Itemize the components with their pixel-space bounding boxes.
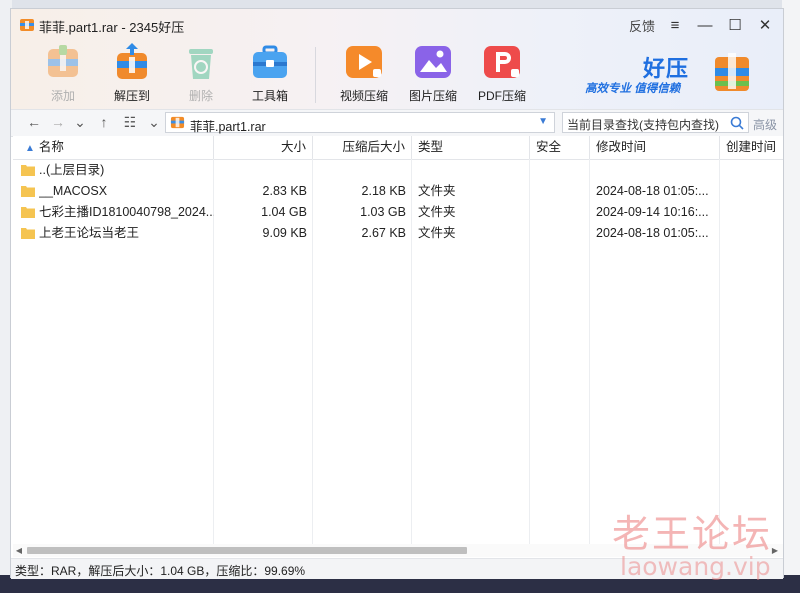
app-logo-icon: [20, 19, 34, 31]
file-list: ..(上层目录) __MACOSX 2.83 KB 2.18 KB 文件夹 20…: [13, 160, 783, 244]
search-icon[interactable]: [729, 115, 745, 131]
archive-icon: [170, 116, 185, 129]
file-name: 上老王论坛当老王: [39, 226, 140, 240]
history-dropdown-icon[interactable]: ⌄: [71, 113, 89, 131]
parent-directory-row[interactable]: ..(上层目录): [13, 160, 783, 181]
column-modified[interactable]: 修改时间: [590, 136, 720, 159]
hamburger-icon[interactable]: ≡: [665, 15, 685, 35]
toolbar: 添加 解压到 删除 工具箱 视频压缩 图片压缩 PDF压缩: [29, 41, 537, 104]
window-controls: 反馈 ≡ — ☐ ✕: [629, 15, 775, 35]
image-compress-label: 图片压缩: [408, 89, 457, 103]
feedback-link[interactable]: 反馈: [629, 16, 655, 35]
file-modified: 2024-08-18 01:05:...: [596, 226, 709, 240]
watermark-text: 老王论坛: [612, 512, 773, 556]
toolbox-icon: [253, 45, 287, 78]
path-dropdown-icon[interactable]: ▼: [538, 116, 548, 127]
add-label: 添加: [50, 89, 75, 103]
folder-icon: [21, 207, 35, 218]
column-type[interactable]: 类型: [412, 136, 530, 159]
address-bar: ← → ⌄ ↑ ☷ ⌄ 菲菲.part1.rar ▼ 当前目录查找(支持包内查找…: [11, 109, 783, 137]
pdf-compress-icon: [484, 46, 520, 78]
brand-logo-icon: [715, 53, 749, 91]
video-compress-label: 视频压缩: [339, 89, 388, 103]
toolbar-separator: [315, 47, 316, 103]
table-row[interactable]: __MACOSX 2.83 KB 2.18 KB 文件夹 2024-08-18 …: [13, 181, 783, 202]
add-archive-icon: [48, 45, 78, 77]
file-list-header: ▲ 名称 大小 压缩后大小 类型 安全 修改时间 创建时间: [13, 136, 783, 160]
column-name-label: 名称: [38, 140, 64, 154]
file-packed-size: 2.18 KB: [361, 184, 406, 198]
table-row[interactable]: 七彩主播ID1810040798_2024... 1.04 GB 1.03 GB…: [13, 202, 783, 223]
close-icon[interactable]: ✕: [755, 15, 775, 35]
extract-button[interactable]: 解压到: [98, 41, 166, 104]
file-size: 1.04 GB: [261, 205, 307, 219]
scroll-left-icon[interactable]: ◀: [13, 544, 25, 557]
extract-label: 解压到: [113, 89, 150, 103]
file-type: 文件夹: [418, 184, 456, 198]
column-packed-size[interactable]: 压缩后大小: [313, 136, 412, 159]
video-compress-button[interactable]: 视频压缩: [330, 41, 398, 104]
image-compress-icon: [415, 46, 451, 78]
video-compress-icon: [346, 46, 382, 78]
folder-icon: [21, 186, 35, 197]
folder-icon: [21, 165, 35, 176]
path-field[interactable]: 菲菲.part1.rar ▼: [165, 112, 555, 134]
file-modified: 2024-09-14 10:16:...: [596, 205, 709, 219]
file-name: ..(上层目录): [39, 163, 105, 177]
add-button[interactable]: 添加: [29, 41, 97, 104]
scrollbar-thumb[interactable]: [27, 547, 467, 554]
sort-up-icon: ▲: [25, 143, 35, 154]
brand-banner: 好压 高效专业 值得信赖: [585, 49, 755, 99]
file-name: __MACOSX: [39, 184, 108, 198]
search-input[interactable]: 当前目录查找(支持包内查找): [562, 112, 749, 133]
folder-icon: [21, 228, 35, 239]
forward-arrow-icon[interactable]: →: [49, 113, 67, 131]
search-placeholder: 当前目录查找(支持包内查找): [567, 118, 719, 132]
image-compress-button[interactable]: 图片压缩: [399, 41, 467, 104]
column-security[interactable]: 安全: [530, 136, 590, 159]
delete-button[interactable]: 删除: [167, 41, 235, 104]
file-size: 2.83 KB: [262, 184, 307, 198]
archive-window: 菲菲.part1.rar - 2345好压 反馈 ≡ — ☐ ✕ 添加 解压到 …: [10, 8, 784, 579]
maximize-icon[interactable]: ☐: [725, 15, 745, 35]
table-row[interactable]: 上老王论坛当老王 9.09 KB 2.67 KB 文件夹 2024-08-18 …: [13, 223, 783, 244]
brand-name: 好压: [643, 56, 690, 81]
title-bar: 菲菲.part1.rar - 2345好压 反馈 ≡ — ☐ ✕ 添加 解压到 …: [11, 9, 783, 109]
toolbox-label: 工具箱: [251, 89, 288, 103]
watermark-url: laowang.vip: [620, 552, 771, 581]
column-size[interactable]: 大小: [214, 136, 313, 159]
minimize-icon[interactable]: —: [695, 15, 715, 35]
brand-slogan: 高效专业 值得信赖: [585, 83, 681, 95]
desktop-background-right: [782, 0, 800, 593]
file-packed-size: 1.03 GB: [360, 205, 406, 219]
pdf-compress-button[interactable]: PDF压缩: [468, 41, 536, 104]
column-created[interactable]: 创建时间: [720, 136, 783, 159]
view-dropdown-icon[interactable]: ⌄: [145, 113, 163, 131]
delete-label: 删除: [188, 89, 213, 103]
window-title: 菲菲.part1.rar - 2345好压: [39, 20, 185, 35]
status-text: 类型：RAR，解压后大小：1.04 GB，压缩比：99.69%: [15, 564, 306, 578]
path-text: 菲菲.part1.rar: [190, 120, 266, 134]
column-name[interactable]: ▲ 名称: [13, 136, 214, 159]
file-modified: 2024-08-18 01:05:...: [596, 184, 709, 198]
view-mode-icon[interactable]: ☷: [121, 113, 139, 131]
file-type: 文件夹: [418, 205, 456, 219]
file-size: 9.09 KB: [262, 226, 307, 240]
file-packed-size: 2.67 KB: [361, 226, 406, 240]
file-name: 七彩主播ID1810040798_2024...: [39, 205, 214, 219]
advanced-search-link[interactable]: 高级: [753, 116, 777, 133]
up-arrow-icon[interactable]: ↑: [95, 113, 113, 131]
pdf-compress-label: PDF压缩: [477, 89, 526, 103]
file-type: 文件夹: [418, 226, 456, 240]
toolbox-button[interactable]: 工具箱: [236, 41, 304, 104]
recycle-delete-icon: [189, 49, 213, 79]
back-arrow-icon[interactable]: ←: [25, 113, 43, 131]
extract-icon: [117, 43, 147, 79]
